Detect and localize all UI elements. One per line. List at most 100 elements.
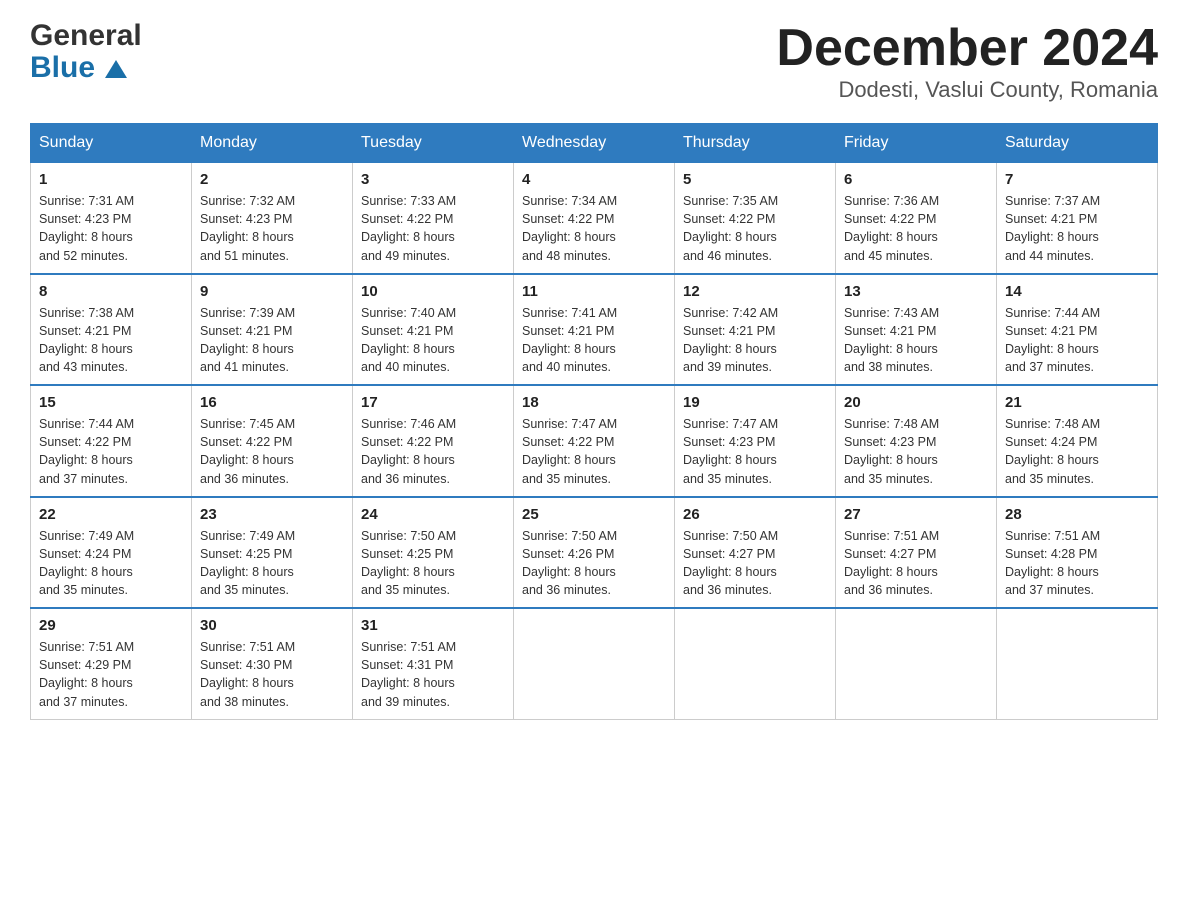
- day-number: 1: [39, 171, 183, 188]
- logo-blue: Blue: [30, 52, 142, 84]
- day-info: Sunrise: 7:50 AM Sunset: 4:27 PM Dayligh…: [683, 527, 827, 600]
- calendar-week-row: 8 Sunrise: 7:38 AM Sunset: 4:21 PM Dayli…: [31, 274, 1158, 386]
- day-info: Sunrise: 7:48 AM Sunset: 4:23 PM Dayligh…: [844, 415, 988, 488]
- day-number: 5: [683, 171, 827, 188]
- calendar-day-cell: 22 Sunrise: 7:49 AM Sunset: 4:24 PM Dayl…: [31, 497, 192, 609]
- calendar-day-cell: 11 Sunrise: 7:41 AM Sunset: 4:21 PM Dayl…: [514, 274, 675, 386]
- day-info: Sunrise: 7:34 AM Sunset: 4:22 PM Dayligh…: [522, 192, 666, 265]
- day-number: 14: [1005, 283, 1149, 300]
- day-info: Sunrise: 7:47 AM Sunset: 4:22 PM Dayligh…: [522, 415, 666, 488]
- day-number: 18: [522, 394, 666, 411]
- calendar-day-cell: 24 Sunrise: 7:50 AM Sunset: 4:25 PM Dayl…: [353, 497, 514, 609]
- day-info: Sunrise: 7:31 AM Sunset: 4:23 PM Dayligh…: [39, 192, 183, 265]
- calendar-day-cell: 23 Sunrise: 7:49 AM Sunset: 4:25 PM Dayl…: [192, 497, 353, 609]
- calendar-week-row: 15 Sunrise: 7:44 AM Sunset: 4:22 PM Dayl…: [31, 385, 1158, 497]
- calendar-day-cell: 5 Sunrise: 7:35 AM Sunset: 4:22 PM Dayli…: [675, 163, 836, 274]
- calendar-day-cell: 13 Sunrise: 7:43 AM Sunset: 4:21 PM Dayl…: [836, 274, 997, 386]
- calendar-day-cell: 20 Sunrise: 7:48 AM Sunset: 4:23 PM Dayl…: [836, 385, 997, 497]
- day-number: 11: [522, 283, 666, 300]
- calendar-day-cell: 30 Sunrise: 7:51 AM Sunset: 4:30 PM Dayl…: [192, 608, 353, 719]
- calendar-subtitle: Dodesti, Vaslui County, Romania: [776, 77, 1158, 103]
- day-info: Sunrise: 7:46 AM Sunset: 4:22 PM Dayligh…: [361, 415, 505, 488]
- calendar-day-cell: 3 Sunrise: 7:33 AM Sunset: 4:22 PM Dayli…: [353, 163, 514, 274]
- logo-triangle-icon: [105, 60, 127, 78]
- page-header: General Blue December 2024 Dodesti, Vasl…: [30, 20, 1158, 103]
- day-number: 17: [361, 394, 505, 411]
- day-number: 7: [1005, 171, 1149, 188]
- calendar-day-cell: 2 Sunrise: 7:32 AM Sunset: 4:23 PM Dayli…: [192, 163, 353, 274]
- calendar-title: December 2024: [776, 20, 1158, 77]
- calendar-day-cell: 4 Sunrise: 7:34 AM Sunset: 4:22 PM Dayli…: [514, 163, 675, 274]
- day-info: Sunrise: 7:44 AM Sunset: 4:22 PM Dayligh…: [39, 415, 183, 488]
- day-of-week-header: Tuesday: [353, 124, 514, 163]
- day-number: 30: [200, 617, 344, 634]
- day-number: 20: [844, 394, 988, 411]
- day-number: 8: [39, 283, 183, 300]
- calendar-week-row: 22 Sunrise: 7:49 AM Sunset: 4:24 PM Dayl…: [31, 497, 1158, 609]
- day-number: 23: [200, 506, 344, 523]
- day-info: Sunrise: 7:51 AM Sunset: 4:28 PM Dayligh…: [1005, 527, 1149, 600]
- day-info: Sunrise: 7:41 AM Sunset: 4:21 PM Dayligh…: [522, 304, 666, 377]
- day-number: 6: [844, 171, 988, 188]
- calendar-day-cell: 21 Sunrise: 7:48 AM Sunset: 4:24 PM Dayl…: [997, 385, 1158, 497]
- day-info: Sunrise: 7:50 AM Sunset: 4:25 PM Dayligh…: [361, 527, 505, 600]
- day-number: 19: [683, 394, 827, 411]
- calendar-day-cell: 15 Sunrise: 7:44 AM Sunset: 4:22 PM Dayl…: [31, 385, 192, 497]
- calendar-week-row: 1 Sunrise: 7:31 AM Sunset: 4:23 PM Dayli…: [31, 163, 1158, 274]
- calendar-header-row: SundayMondayTuesdayWednesdayThursdayFrid…: [31, 124, 1158, 163]
- day-info: Sunrise: 7:51 AM Sunset: 4:29 PM Dayligh…: [39, 638, 183, 711]
- day-number: 2: [200, 171, 344, 188]
- logo: General Blue: [30, 20, 142, 83]
- calendar-table: SundayMondayTuesdayWednesdayThursdayFrid…: [30, 123, 1158, 720]
- calendar-day-cell: 9 Sunrise: 7:39 AM Sunset: 4:21 PM Dayli…: [192, 274, 353, 386]
- calendar-day-cell: 28 Sunrise: 7:51 AM Sunset: 4:28 PM Dayl…: [997, 497, 1158, 609]
- day-info: Sunrise: 7:37 AM Sunset: 4:21 PM Dayligh…: [1005, 192, 1149, 265]
- day-info: Sunrise: 7:42 AM Sunset: 4:21 PM Dayligh…: [683, 304, 827, 377]
- calendar-day-cell: 7 Sunrise: 7:37 AM Sunset: 4:21 PM Dayli…: [997, 163, 1158, 274]
- calendar-day-cell: 16 Sunrise: 7:45 AM Sunset: 4:22 PM Dayl…: [192, 385, 353, 497]
- day-info: Sunrise: 7:49 AM Sunset: 4:25 PM Dayligh…: [200, 527, 344, 600]
- calendar-day-cell: 1 Sunrise: 7:31 AM Sunset: 4:23 PM Dayli…: [31, 163, 192, 274]
- day-of-week-header: Friday: [836, 124, 997, 163]
- day-number: 31: [361, 617, 505, 634]
- calendar-day-cell: 10 Sunrise: 7:40 AM Sunset: 4:21 PM Dayl…: [353, 274, 514, 386]
- calendar-day-cell: 14 Sunrise: 7:44 AM Sunset: 4:21 PM Dayl…: [997, 274, 1158, 386]
- day-info: Sunrise: 7:39 AM Sunset: 4:21 PM Dayligh…: [200, 304, 344, 377]
- calendar-day-cell: 31 Sunrise: 7:51 AM Sunset: 4:31 PM Dayl…: [353, 608, 514, 719]
- day-info: Sunrise: 7:32 AM Sunset: 4:23 PM Dayligh…: [200, 192, 344, 265]
- day-number: 9: [200, 283, 344, 300]
- day-info: Sunrise: 7:49 AM Sunset: 4:24 PM Dayligh…: [39, 527, 183, 600]
- calendar-day-cell: 19 Sunrise: 7:47 AM Sunset: 4:23 PM Dayl…: [675, 385, 836, 497]
- calendar-day-cell: 17 Sunrise: 7:46 AM Sunset: 4:22 PM Dayl…: [353, 385, 514, 497]
- calendar-day-cell: 6 Sunrise: 7:36 AM Sunset: 4:22 PM Dayli…: [836, 163, 997, 274]
- day-of-week-header: Thursday: [675, 124, 836, 163]
- day-info: Sunrise: 7:51 AM Sunset: 4:31 PM Dayligh…: [361, 638, 505, 711]
- calendar-day-cell: 25 Sunrise: 7:50 AM Sunset: 4:26 PM Dayl…: [514, 497, 675, 609]
- day-info: Sunrise: 7:38 AM Sunset: 4:21 PM Dayligh…: [39, 304, 183, 377]
- day-info: Sunrise: 7:36 AM Sunset: 4:22 PM Dayligh…: [844, 192, 988, 265]
- day-info: Sunrise: 7:44 AM Sunset: 4:21 PM Dayligh…: [1005, 304, 1149, 377]
- day-of-week-header: Saturday: [997, 124, 1158, 163]
- logo-general: General: [30, 20, 142, 52]
- day-info: Sunrise: 7:47 AM Sunset: 4:23 PM Dayligh…: [683, 415, 827, 488]
- calendar-day-cell: [675, 608, 836, 719]
- day-info: Sunrise: 7:51 AM Sunset: 4:27 PM Dayligh…: [844, 527, 988, 600]
- day-number: 15: [39, 394, 183, 411]
- calendar-day-cell: 27 Sunrise: 7:51 AM Sunset: 4:27 PM Dayl…: [836, 497, 997, 609]
- calendar-day-cell: [997, 608, 1158, 719]
- day-number: 4: [522, 171, 666, 188]
- day-info: Sunrise: 7:40 AM Sunset: 4:21 PM Dayligh…: [361, 304, 505, 377]
- day-number: 12: [683, 283, 827, 300]
- calendar-day-cell: [836, 608, 997, 719]
- title-block: December 2024 Dodesti, Vaslui County, Ro…: [776, 20, 1158, 103]
- day-info: Sunrise: 7:51 AM Sunset: 4:30 PM Dayligh…: [200, 638, 344, 711]
- day-info: Sunrise: 7:48 AM Sunset: 4:24 PM Dayligh…: [1005, 415, 1149, 488]
- calendar-day-cell: 8 Sunrise: 7:38 AM Sunset: 4:21 PM Dayli…: [31, 274, 192, 386]
- calendar-day-cell: [514, 608, 675, 719]
- calendar-day-cell: 26 Sunrise: 7:50 AM Sunset: 4:27 PM Dayl…: [675, 497, 836, 609]
- day-number: 10: [361, 283, 505, 300]
- day-number: 16: [200, 394, 344, 411]
- day-number: 13: [844, 283, 988, 300]
- day-info: Sunrise: 7:50 AM Sunset: 4:26 PM Dayligh…: [522, 527, 666, 600]
- day-number: 25: [522, 506, 666, 523]
